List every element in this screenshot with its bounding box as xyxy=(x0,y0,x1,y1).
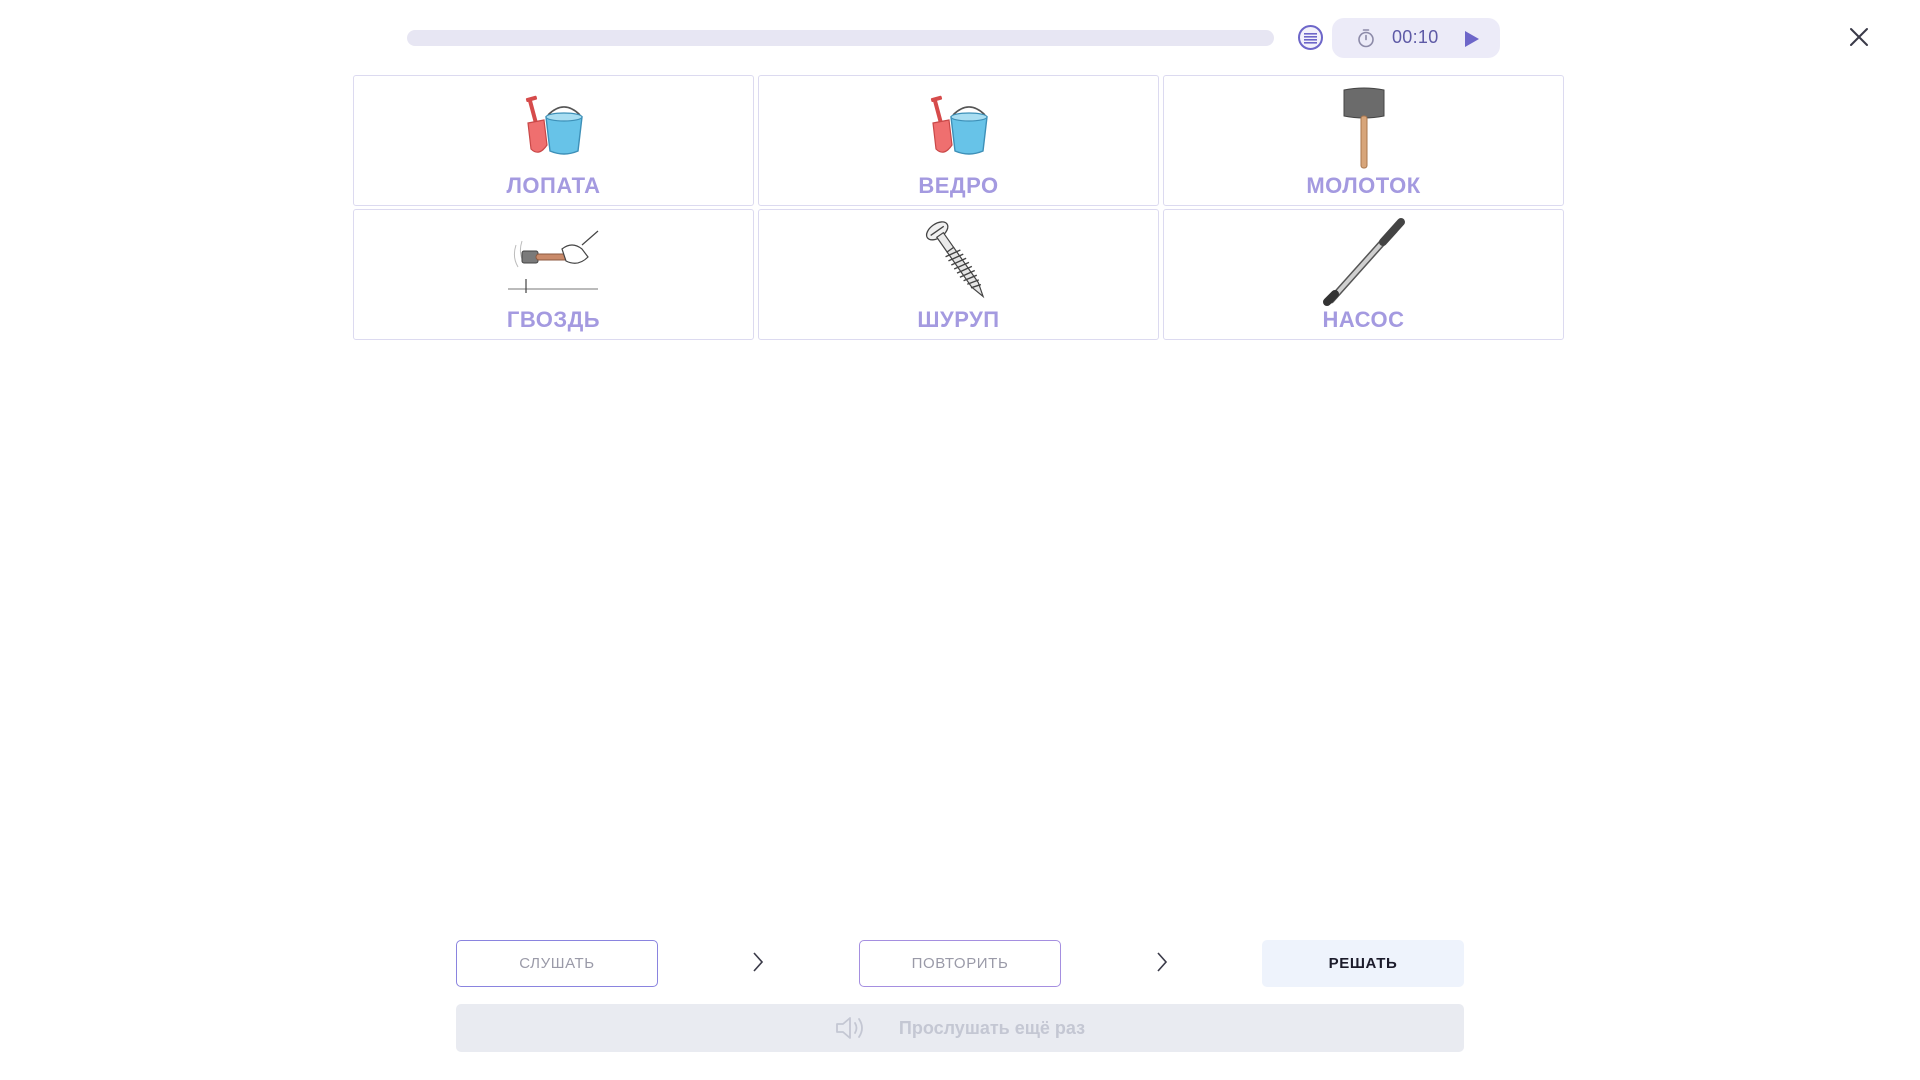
card-pump[interactable]: НАСОС xyxy=(1163,209,1564,340)
close-icon[interactable] xyxy=(1846,24,1872,50)
listen-button[interactable]: СЛУШАТЬ xyxy=(456,940,658,987)
card-label: ГВОЗДЬ xyxy=(506,307,601,332)
card-label: МОЛОТОК xyxy=(1306,173,1421,198)
chevron-right-icon xyxy=(753,952,764,972)
card-screw[interactable]: ШУРУП xyxy=(758,209,1159,340)
word-cards-grid: ЛОПАТА ВЕДРО МОЛОТОК ГВОЗДЬ ШУРУП НАСОС xyxy=(353,75,1567,340)
card-bucket[interactable]: ВЕДРО xyxy=(758,75,1159,206)
list-button[interactable] xyxy=(1298,25,1323,50)
shovel-bucket-icon xyxy=(504,84,604,172)
timer-value: 00:10 xyxy=(1392,27,1439,47)
play-icon[interactable] xyxy=(1460,28,1482,50)
exercise-screen: 00:10 ЛОПАТА ВЕДРО МОЛОТОК ГВОЗДЬ ШУРУП … xyxy=(0,0,1920,1080)
solve-button[interactable]: РЕШАТЬ xyxy=(1262,940,1464,987)
hammer-nail-icon xyxy=(504,218,604,306)
card-label: ВЕДРО xyxy=(918,173,999,198)
progress-bar xyxy=(407,30,1274,46)
repeat-button[interactable]: ПОВТОРИТЬ xyxy=(859,940,1061,987)
listen-again-label: Прослушать ещё раз xyxy=(898,1017,1086,1038)
screw-icon xyxy=(909,218,1009,306)
mallet-icon xyxy=(1314,84,1414,172)
card-label: НАСОС xyxy=(1322,307,1405,332)
stopwatch-icon xyxy=(1358,29,1374,48)
listen-again-button[interactable]: Прослушать ещё раз xyxy=(456,1004,1464,1052)
shovel-bucket-icon xyxy=(909,84,1009,172)
card-nail[interactable]: ГВОЗДЬ xyxy=(353,209,754,340)
chevron-right-icon xyxy=(1157,952,1168,972)
list-icon xyxy=(1304,32,1317,44)
card-label: ЛОПАТА xyxy=(506,173,601,198)
card-label: ШУРУП xyxy=(917,307,1000,332)
pump-icon xyxy=(1314,218,1414,306)
card-mallet[interactable]: МОЛОТОК xyxy=(1163,75,1564,206)
speaker-icon xyxy=(836,1017,863,1039)
card-shovel[interactable]: ЛОПАТА xyxy=(353,75,754,206)
timer: 00:10 xyxy=(1332,18,1500,58)
